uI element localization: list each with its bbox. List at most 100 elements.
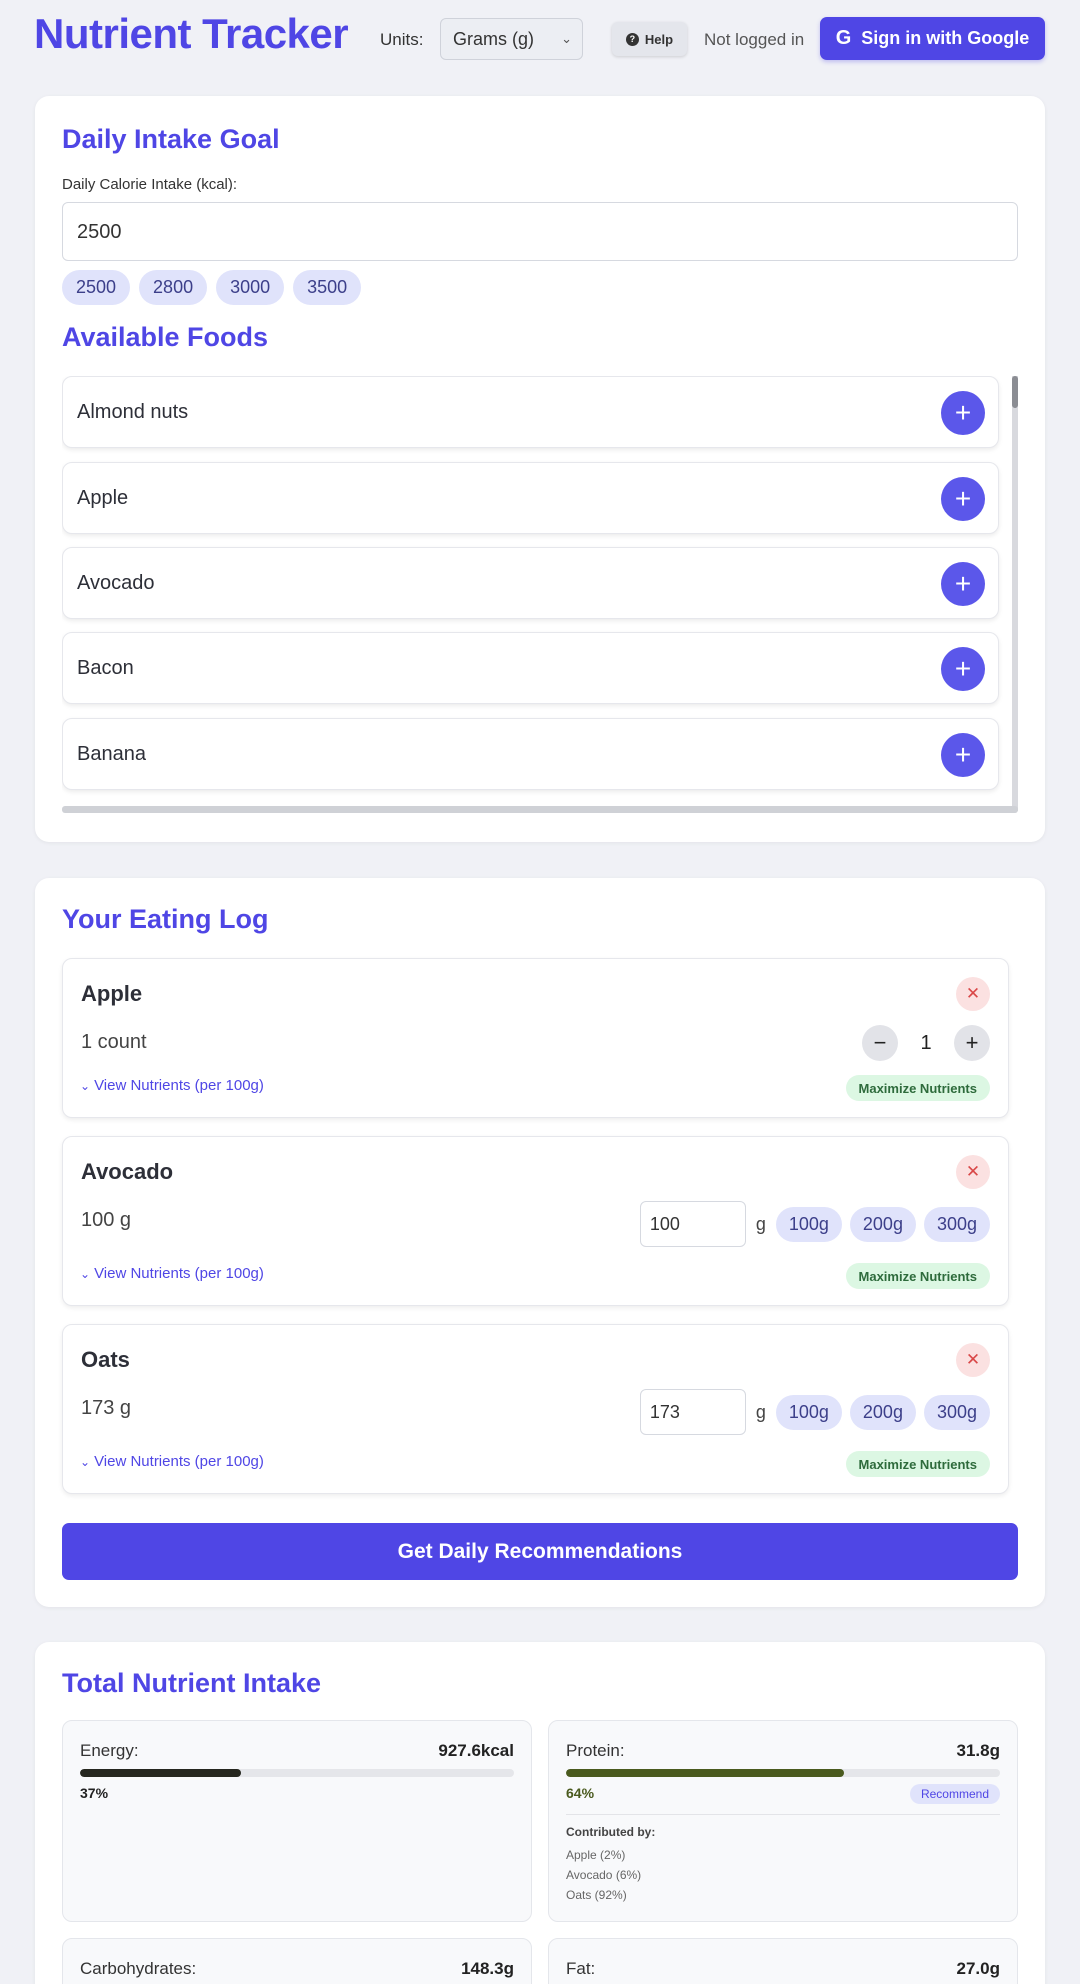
calorie-preset-button[interactable]: 2800 (139, 270, 208, 305)
sign-in-google-button[interactable]: G Sign in with Google (820, 17, 1045, 60)
contributor-item: Apple (2%) (566, 1848, 626, 1862)
maximize-nutrients-button[interactable]: Maximize Nutrients (845, 1075, 990, 1101)
nutrient-label: Carbohydrates: (80, 1959, 197, 1978)
food-item: Apple + (62, 462, 999, 534)
remove-item-button[interactable]: ✕ (956, 1343, 990, 1377)
log-item: Apple ✕ 1 count − 1 + ⌄ View Nutrients (… (62, 958, 1009, 1118)
amount-unit: g (755, 1401, 766, 1422)
log-item-name: Oats (81, 1347, 130, 1372)
nutrient-card-carbohydrates: Carbohydrates: 148.3g (62, 1938, 532, 1984)
food-list-horizontal-scrollbar[interactable] (62, 806, 1018, 813)
food-name: Bacon (77, 657, 134, 679)
plus-icon: + (954, 568, 972, 599)
stepper-value: 1 (920, 1031, 932, 1054)
goal-foods-card: Daily Intake Goal Daily Calorie Intake (… (35, 96, 1045, 842)
remove-item-button[interactable]: ✕ (956, 977, 990, 1011)
app-title: Nutrient Tracker (34, 10, 349, 57)
amount-input[interactable]: 100 (639, 1201, 746, 1247)
amount-preset-button[interactable]: 200g (849, 1206, 916, 1242)
calorie-field-label: Daily Calorie Intake (kcal): (62, 176, 238, 193)
nutrient-value: 31.8g (956, 1741, 1000, 1760)
amount-input[interactable]: 173 (639, 1389, 746, 1435)
calorie-preset-button[interactable]: 3000 (216, 270, 285, 305)
google-icon: G (835, 27, 852, 49)
food-name: Avocado (77, 572, 155, 594)
maximize-nutrients-button[interactable]: Maximize Nutrients (845, 1263, 990, 1289)
chevron-down-icon: ⌄ (80, 1078, 91, 1093)
close-icon: ✕ (965, 1350, 981, 1369)
view-nutrients-link[interactable]: ⌄ View Nutrients (per 100g) (80, 1077, 264, 1094)
food-item: Almond nuts + (62, 376, 999, 448)
increment-button[interactable]: + (954, 1025, 990, 1061)
food-item: Avocado + (62, 547, 999, 619)
get-recommendations-button[interactable]: Get Daily Recommendations (62, 1523, 1018, 1580)
log-item-quantity: 1 count (81, 1031, 147, 1053)
question-icon: ? (625, 32, 639, 46)
log-item: Avocado ✕ 100 g 100 g 100g 200g 300g ⌄ V… (62, 1136, 1009, 1306)
sign-in-label: Sign in with Google (861, 28, 1030, 48)
plus-icon: + (954, 653, 972, 684)
contributed-by-label: Contributed by: (566, 1825, 656, 1839)
progress-fill (80, 1769, 241, 1777)
app-header: Nutrient Tracker Units: Grams (g) ⌄ ? He… (0, 0, 1080, 78)
nutrient-label: Energy: (80, 1741, 139, 1760)
recommend-button[interactable]: Recommend (909, 1784, 1000, 1804)
plus-icon: + (954, 739, 972, 770)
units-label: Units: (380, 30, 424, 49)
view-nutrients-link[interactable]: ⌄ View Nutrients (per 100g) (80, 1453, 264, 1470)
nutrient-card-protein: Protein: 31.8g 64% Recommend Contributed… (548, 1720, 1018, 1922)
minus-icon: − (873, 1030, 887, 1055)
log-item: Oats ✕ 173 g 173 g 100g 200g 300g ⌄ View… (62, 1324, 1009, 1494)
progress-fill (566, 1769, 844, 1777)
units-select[interactable]: Grams (g) ⌄ (440, 18, 583, 60)
amount-preset-button[interactable]: 300g (923, 1206, 990, 1242)
nutrient-value: 148.3g (461, 1959, 514, 1978)
progress-track (566, 1769, 1000, 1777)
decrement-button[interactable]: − (862, 1025, 898, 1061)
progress-track (80, 1769, 514, 1777)
calorie-preset-button[interactable]: 3500 (293, 270, 362, 305)
food-name: Banana (77, 743, 146, 765)
calorie-input[interactable]: 2500 (62, 202, 1018, 261)
close-icon: ✕ (965, 1162, 981, 1181)
add-food-button[interactable]: + (941, 477, 985, 521)
log-item-name: Avocado (81, 1159, 174, 1184)
view-nutrients-label: View Nutrients (per 100g) (94, 1453, 264, 1470)
amount-preset-button[interactable]: 100g (775, 1394, 842, 1430)
nutrient-label: Fat: (566, 1959, 596, 1978)
food-list-scrollbar-track[interactable] (1012, 376, 1018, 811)
chevron-down-icon: ⌄ (561, 31, 572, 46)
add-food-button[interactable]: + (941, 733, 985, 777)
log-item-quantity: 100 g (81, 1209, 132, 1231)
food-item: Banana + (62, 718, 999, 790)
remove-item-button[interactable]: ✕ (956, 1155, 990, 1189)
help-label: Help (644, 31, 674, 47)
contributor-item: Oats (92%) (566, 1888, 627, 1902)
food-name: Apple (77, 487, 129, 509)
plus-icon: + (954, 397, 972, 428)
eating-log-title: Your Eating Log (62, 904, 269, 934)
food-list[interactable]: Almond nuts + Apple + Avocado + Bacon + … (62, 376, 1018, 814)
view-nutrients-link[interactable]: ⌄ View Nutrients (per 100g) (80, 1265, 264, 1282)
view-nutrients-label: View Nutrients (per 100g) (94, 1265, 264, 1282)
daily-intake-goal-title: Daily Intake Goal (62, 124, 280, 154)
close-icon: ✕ (965, 984, 981, 1003)
total-intake-title: Total Nutrient Intake (62, 1668, 322, 1698)
food-list-scrollbar-thumb[interactable] (1012, 376, 1018, 408)
nutrient-value: 27.0g (956, 1959, 1000, 1978)
amount-preset-button[interactable]: 200g (849, 1394, 916, 1430)
nutrient-percent: 37% (80, 1785, 109, 1801)
eating-log-card: Your Eating Log Apple ✕ 1 count − 1 + ⌄ … (35, 878, 1045, 1607)
add-food-button[interactable]: + (941, 647, 985, 691)
amount-preset-button[interactable]: 100g (775, 1206, 842, 1242)
help-button[interactable]: ? Help (612, 22, 687, 56)
maximize-nutrients-button[interactable]: Maximize Nutrients (845, 1451, 990, 1477)
plus-icon: + (965, 1030, 979, 1055)
calorie-preset-button[interactable]: 2500 (62, 270, 131, 305)
food-item: Bacon + (62, 632, 999, 704)
plus-icon: + (954, 483, 972, 514)
amount-preset-button[interactable]: 300g (923, 1394, 990, 1430)
available-foods-title: Available Foods (62, 322, 269, 352)
add-food-button[interactable]: + (941, 562, 985, 606)
add-food-button[interactable]: + (941, 391, 985, 435)
